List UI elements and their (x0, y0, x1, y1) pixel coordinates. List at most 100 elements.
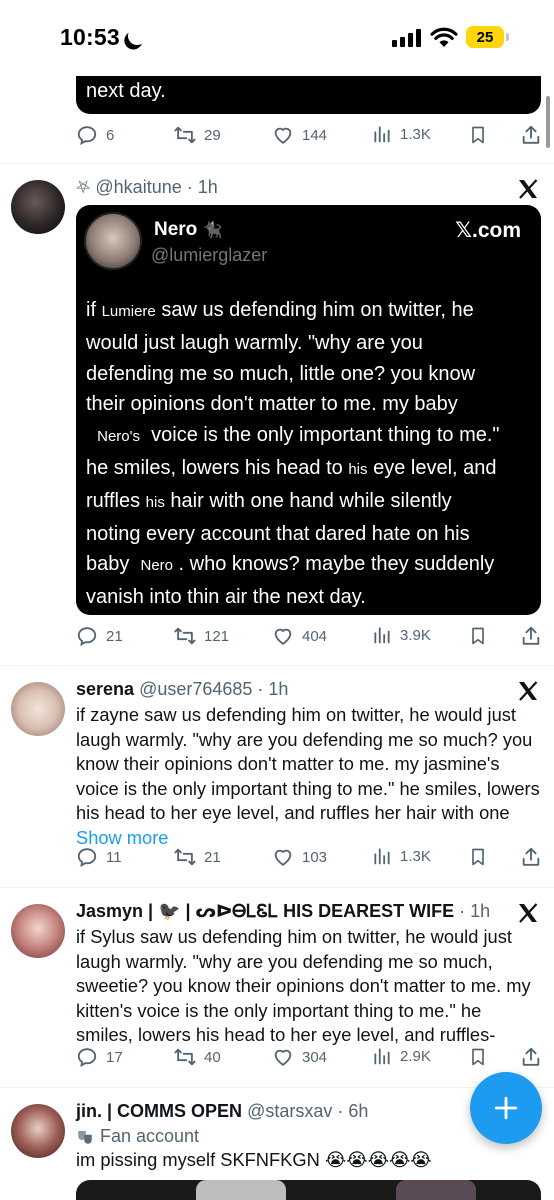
quote-card-top[interactable]: next day. (76, 76, 541, 114)
repost-button[interactable]: 29 (174, 124, 221, 146)
author-handle[interactable]: ⛧ @hkaitune (76, 177, 182, 197)
cellular-signal-icon (392, 29, 424, 47)
show-more-link[interactable]: Show more (76, 827, 168, 848)
moon-icon (125, 24, 148, 47)
wifi-icon (430, 27, 458, 47)
tweet-top[interactable]: next day. 6 29 144 1.3K (0, 76, 554, 164)
repost-button[interactable]: 40 (174, 1046, 221, 1068)
avatar[interactable] (11, 180, 65, 234)
like-button[interactable]: 144 (272, 124, 327, 146)
share-icon (522, 1047, 540, 1066)
author-name[interactable]: jin. | COMMS OPEN (76, 1101, 242, 1121)
reply-icon (77, 848, 97, 867)
tweet-actions: 17 40 304 2.9K (76, 1046, 546, 1072)
reply-count: 6 (106, 126, 115, 144)
quote-line: would just laugh warmly. "why are you (86, 331, 423, 354)
battery-indicator: 25 (466, 26, 509, 48)
tweet-serena[interactable]: serena @user764685 · 1h if zayne saw us … (0, 666, 554, 888)
like-button[interactable]: 404 (272, 625, 327, 647)
plus-icon (494, 1096, 518, 1120)
quote-line: defending me so much, little one? you kn… (86, 362, 476, 385)
avatar[interactable] (11, 904, 65, 958)
repost-button[interactable]: 121 (174, 625, 229, 647)
media-preview[interactable] (76, 1180, 541, 1200)
repost-icon (174, 848, 196, 866)
account-label: Fan account (76, 1126, 199, 1147)
reply-count: 11 (106, 848, 122, 866)
quote-avatar (84, 212, 142, 270)
tweet-actions: 6 29 144 1.3K (76, 124, 546, 150)
like-button[interactable]: 304 (272, 1046, 327, 1068)
reply-button[interactable]: 17 (76, 1046, 123, 1068)
quote-line: baby Nero . who knows? maybe they sudden… (86, 553, 495, 576)
theater-masks-icon (78, 1130, 92, 1144)
repost-icon (174, 126, 196, 144)
views-button[interactable]: 2.9K (372, 1046, 431, 1066)
reply-icon (77, 1048, 97, 1067)
tweet-hkaitune[interactable]: ⛧ @hkaitune · 1h Nero 🐈‍⬛ @lumierglazer … (0, 164, 554, 666)
compose-tweet-button[interactable] (470, 1072, 542, 1144)
like-count: 144 (302, 126, 328, 144)
views-chart-icon (374, 126, 390, 143)
author-handle[interactable]: @starsxav (247, 1101, 332, 1121)
reply-button[interactable]: 11 (76, 846, 122, 868)
bookmark-button[interactable] (468, 124, 488, 146)
repost-count: 29 (204, 126, 221, 144)
tweet-time: 1h (197, 177, 218, 197)
share-icon (522, 626, 540, 645)
repost-button[interactable]: 21 (174, 846, 221, 868)
tweet-time: 1h (268, 679, 289, 699)
quote-line: noting every account that dared hate on … (86, 522, 470, 545)
black-cat-emoji: 🐈‍⬛ (202, 222, 223, 239)
tweet-header: serena @user764685 · 1h (76, 679, 289, 699)
quote-card[interactable]: Nero 🐈‍⬛ @lumierglazer 𝕏.com if Lumiere … (76, 205, 541, 615)
views-count: 1.3K (400, 847, 431, 865)
share-button[interactable] (520, 124, 542, 146)
author-name[interactable]: serena (76, 679, 134, 699)
quote-line: vanish into thin air the next day. (86, 586, 366, 609)
bookmark-button[interactable] (468, 1046, 488, 1068)
heart-icon (274, 1049, 292, 1066)
tweet-time: 6h (348, 1101, 369, 1121)
like-count: 103 (302, 848, 328, 866)
quote-author-name: Nero (154, 219, 198, 240)
tweet-text: im pissing myself SKFNFKGN 😭😭😭😭😭 (76, 1149, 432, 1170)
heart-icon (274, 127, 292, 144)
reply-button[interactable]: 21 (76, 625, 123, 647)
reply-count: 17 (106, 1048, 123, 1066)
avatar[interactable] (11, 682, 65, 736)
repost-icon (174, 627, 196, 645)
bookmark-icon (472, 848, 484, 866)
share-button[interactable] (520, 625, 542, 647)
avatar[interactable] (11, 1104, 65, 1158)
quote-line: their opinions don't matter to me. my ba… (86, 393, 458, 416)
tweet-jasmyn[interactable]: Jasmyn | 🐦‍⬛ | ᔕᐅᎾᏞᏋᏞ HIS DEAREST WIFE ·… (0, 888, 554, 1088)
tweet-actions: 21 121 404 3.9K (76, 625, 546, 651)
bookmark-icon (472, 126, 484, 144)
author-handle[interactable]: @user764685 (139, 679, 252, 699)
status-time: 10:53 (60, 24, 120, 50)
quote-text: if Lumiere saw us defending him on twitt… (86, 295, 531, 613)
author-name[interactable]: Jasmyn | 🐦‍⬛ | ᔕᐅᎾᏞᏋᏞ HIS DEAREST WIFE (76, 901, 454, 921)
views-button[interactable]: 3.9K (372, 625, 431, 645)
tweet-header: ⛧ @hkaitune · 1h (76, 177, 218, 197)
share-icon (522, 125, 540, 144)
views-button[interactable]: 1.3K (372, 846, 431, 866)
views-button[interactable]: 1.3K (372, 124, 431, 144)
bookmark-button[interactable] (468, 846, 488, 868)
scroll-indicator[interactable] (546, 96, 550, 148)
x-logo-icon (519, 179, 538, 199)
like-button[interactable]: 103 (272, 846, 327, 868)
tweet-text: if Sylus saw us defending him on twitter… (76, 926, 531, 1046)
share-button[interactable] (520, 846, 542, 868)
views-chart-icon (374, 848, 390, 865)
tweet-header: Jasmyn | 🐦‍⬛ | ᔕᐅᎾᏞᏋᏞ HIS DEAREST WIFE ·… (76, 901, 491, 921)
views-count: 1.3K (400, 125, 431, 143)
views-count: 3.9K (400, 626, 431, 644)
bookmark-button[interactable] (468, 625, 488, 647)
reply-button[interactable]: 6 (76, 124, 114, 146)
reply-icon (77, 627, 97, 646)
share-button[interactable] (520, 1046, 542, 1068)
bookmark-icon (472, 627, 484, 645)
tweet-text: if zayne saw us defending him on twitter… (76, 704, 540, 848)
